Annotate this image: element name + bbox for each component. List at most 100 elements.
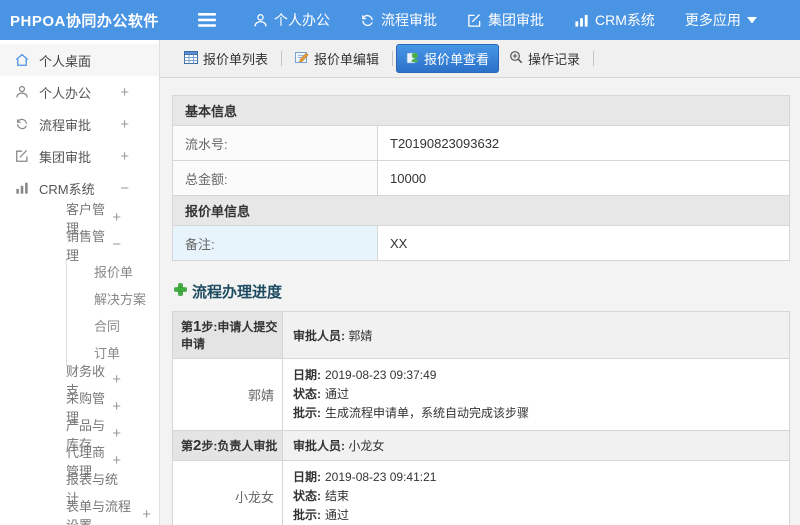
quotation-view-panel: 基本信息 流水号: T20190823093632 总金额: 10000 报价单… [160, 78, 800, 525]
step-approver: 审批人员: 小龙女 [282, 430, 790, 461]
section-header-basic-info: 基本信息 [172, 95, 790, 126]
detail-status: 状态: 通过 [293, 387, 350, 401]
collapse-toggle[interactable]: − [112, 237, 121, 252]
tab-label: 报价单列表 [203, 52, 269, 67]
topnav-group-approval[interactable]: 集团审批 [452, 0, 559, 40]
field-value-total-amount: 10000 [377, 160, 790, 196]
topnav-more-apps[interactable]: 更多应用 [670, 0, 772, 40]
quotation-info-table: 基本信息 流水号: T20190823093632 总金额: 10000 报价单… [172, 95, 790, 261]
field-label-total-amount: 总金额: [172, 160, 378, 196]
sidebar-item-label: 订单 [94, 346, 121, 361]
workflow-progress-title: 流程办理进度 [174, 281, 790, 302]
detail-comment: 批示: 生成流程申请单，系统自动完成该步骤 [293, 406, 530, 420]
step-approver: 审批人员: 郭婧 [282, 311, 790, 359]
expand-toggle[interactable]: + [112, 210, 121, 225]
sidebar-item-label: 集团审批 [39, 149, 92, 165]
step-label: 第1步:申请人提交申请 [172, 311, 283, 359]
field-value-remark: XX [377, 225, 790, 261]
expand-toggle[interactable]: + [120, 117, 129, 132]
field-label-remark: 备注: [172, 225, 378, 261]
detail-date: 日期: 2019-08-23 09:41:21 [293, 470, 437, 484]
tab-label: 报价单查看 [424, 52, 490, 67]
collapse-toggle[interactable]: − [120, 181, 129, 196]
section-header-quotation-info: 报价单信息 [172, 195, 790, 226]
sidebar: 个人桌面 个人办公 + 流程审批 + 集团审批 + CRM系统 − 客户管理 +… [0, 40, 160, 525]
sidebar-item-label: 个人桌面 [39, 53, 92, 69]
sidebar-item-sales-mgmt[interactable]: 销售管理 − [0, 229, 159, 263]
sidebar-item-label: 个人办公 [39, 85, 92, 101]
green-plus-icon [174, 283, 187, 300]
workflow-title-text: 流程办理进度 [192, 284, 283, 301]
detail-status: 状态: 结束 [293, 489, 350, 503]
expand-toggle[interactable]: + [120, 85, 129, 100]
step-label: 第2步:负责人审批 [172, 430, 283, 461]
home-icon [14, 53, 30, 67]
workflow-step-header-row: 第1步:申请人提交申请 审批人员: 郭婧 [172, 311, 790, 359]
sidebar-item-desktop[interactable]: 个人桌面 [0, 44, 159, 76]
detail-date: 日期: 2019-08-23 09:37:49 [293, 368, 437, 382]
sidebar-item-process-approval[interactable]: 流程审批 + [0, 108, 159, 140]
tab-separator [392, 51, 394, 66]
chart-icon [14, 181, 30, 195]
tab-separator [593, 51, 595, 66]
tab-quotation-edit[interactable]: 报价单编辑 [285, 44, 389, 73]
sidebar-item-solution[interactable]: 解决方案 [66, 285, 159, 312]
user-icon [253, 13, 268, 28]
expand-toggle[interactable]: + [112, 372, 121, 387]
sidebar-item-label: 合同 [94, 319, 121, 334]
main-area: 报价单列表 报价单编辑 报价单查看 操作记录 基本信息 流水号: T201908… [160, 40, 800, 525]
section-title: 基本信息 [172, 95, 790, 126]
app-logo: PHPOA协同办公软件 [10, 12, 159, 30]
chart-icon [574, 13, 589, 28]
tab-quotation-view[interactable]: 报价单查看 [396, 44, 500, 73]
step-detail: 日期: 2019-08-23 09:37:49 状态: 通过 批示: 生成流程申请单，… [282, 358, 790, 431]
topnav-process-approval[interactable]: 流程审批 [345, 0, 452, 40]
sidebar-item-personal-office[interactable]: 个人办公 + [0, 76, 159, 108]
table-icon [184, 50, 198, 67]
tab-operation-log[interactable]: 操作记录 [499, 44, 590, 73]
sidebar-item-group-approval[interactable]: 集团审批 + [0, 140, 159, 172]
table-row: 总金额: 10000 [172, 160, 790, 196]
edit-icon [467, 13, 482, 28]
topnav-label: 个人办公 [274, 12, 330, 28]
tab-label: 报价单编辑 [314, 52, 380, 67]
approver-name: 郭婧 [172, 358, 283, 431]
expand-toggle[interactable]: + [112, 453, 121, 468]
expand-toggle[interactable]: + [112, 399, 121, 414]
sidebar-item-form-process-settings[interactable]: 表单与流程设置 + [0, 499, 159, 525]
tab-quotation-list[interactable]: 报价单列表 [174, 44, 278, 73]
field-label-serial-number: 流水号: [172, 125, 378, 161]
approver-name: 小龙女 [172, 460, 283, 525]
topnav-crm[interactable]: CRM系统 [559, 0, 670, 40]
top-bar: PHPOA协同办公软件 个人办公 流程审批 集团审批 CRM系统 更多应用 [0, 0, 800, 40]
sidebar-item-label: 销售管理 [66, 228, 106, 263]
field-value-serial-number: T20190823093632 [377, 125, 790, 161]
tab-bar: 报价单列表 报价单编辑 报价单查看 操作记录 [160, 40, 800, 78]
detail-comment: 批示: 通过 [293, 508, 350, 522]
view-icon [406, 51, 419, 67]
workflow-step-detail-row: 小龙女 日期: 2019-08-23 09:41:21 状态: 结束 批示: 通过 [172, 460, 790, 525]
hamburger-icon[interactable] [198, 13, 216, 27]
edit-note-icon [295, 51, 309, 67]
topnav-personal-office[interactable]: 个人办公 [238, 0, 345, 40]
section-title: 报价单信息 [172, 195, 790, 226]
table-row: 流水号: T20190823093632 [172, 125, 790, 161]
topnav-label: 流程审批 [381, 12, 437, 28]
sidebar-item-contract[interactable]: 合同 [66, 312, 159, 339]
main-layout: 个人桌面 个人办公 + 流程审批 + 集团审批 + CRM系统 − 客户管理 +… [0, 40, 800, 525]
tab-label: 操作记录 [528, 52, 581, 67]
workflow-step-header-row: 第2步:负责人审批 审批人员: 小龙女 [172, 430, 790, 461]
process-icon [14, 117, 30, 131]
expand-toggle[interactable]: + [120, 149, 129, 164]
user-icon [14, 85, 30, 99]
step-detail: 日期: 2019-08-23 09:41:21 状态: 结束 批示: 通过 [282, 460, 790, 525]
topnav-label: 更多应用 [684, 12, 741, 28]
workflow-step-detail-row: 郭婧 日期: 2019-08-23 09:37:49 状态: 通过 批示: 生成流程申… [172, 358, 790, 431]
edit-icon [14, 149, 30, 163]
top-nav: 个人办公 流程审批 集团审批 CRM系统 更多应用 [238, 0, 772, 40]
expand-toggle[interactable]: + [112, 426, 121, 441]
sidebar-item-label: 解决方案 [94, 292, 147, 307]
expand-toggle[interactable]: + [142, 507, 151, 522]
tab-separator [281, 51, 283, 66]
table-row: 备注: XX [172, 225, 790, 261]
